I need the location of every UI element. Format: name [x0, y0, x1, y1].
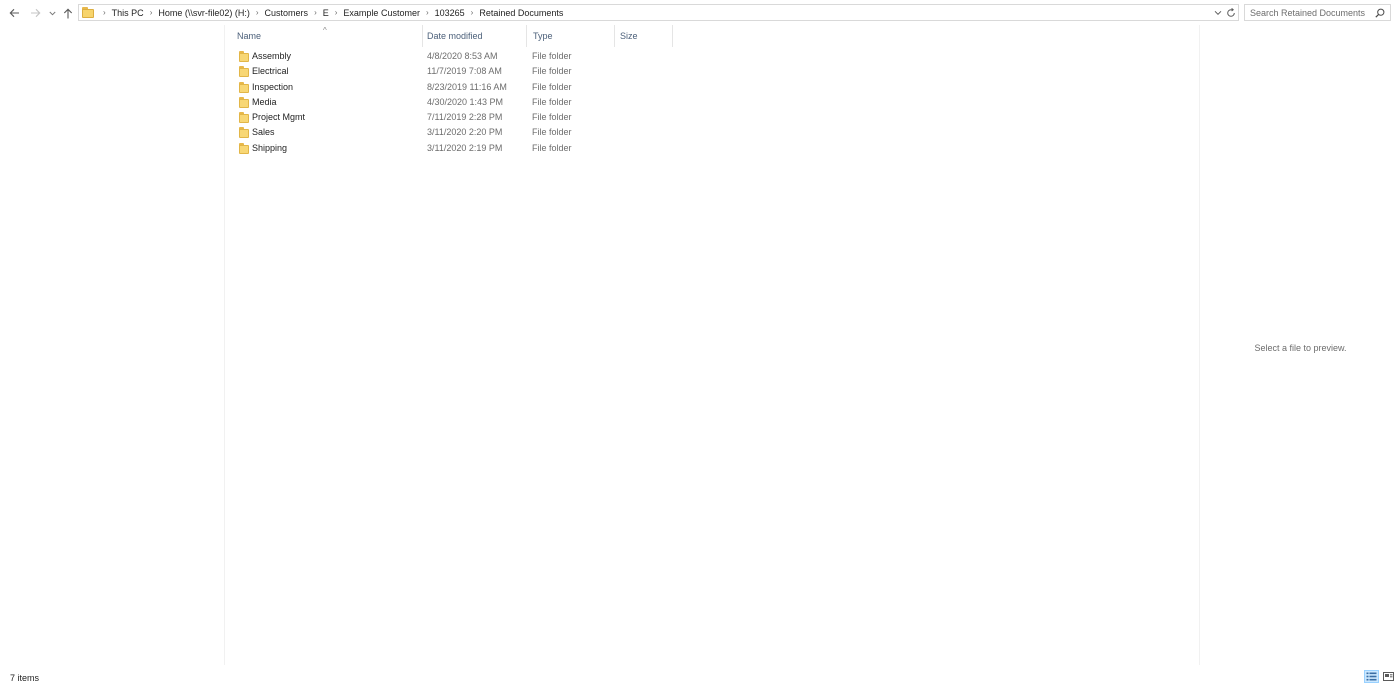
search-box[interactable]	[1244, 4, 1391, 21]
item-type: File folder	[532, 112, 572, 123]
chevron-down-icon	[48, 11, 56, 15]
address-bar-controls	[1214, 5, 1236, 20]
column-header: Name ^ Date modified Type Size	[225, 25, 675, 47]
back-button[interactable]	[6, 3, 22, 23]
folder-icon	[239, 127, 249, 139]
column-type[interactable]: Type	[527, 25, 615, 47]
refresh-icon[interactable]	[1226, 7, 1236, 18]
view-switcher	[1364, 670, 1396, 683]
chevron-down-icon[interactable]	[1214, 10, 1222, 16]
preview-message: Select a file to preview.	[1254, 343, 1347, 353]
breadcrumb: › This PC › Home (\\svr-file02) (H:) › C…	[97, 8, 563, 18]
details-view-button[interactable]	[1364, 670, 1379, 683]
item-name: Project Mgmt	[252, 112, 306, 123]
arrow-left-icon	[9, 8, 19, 18]
breadcrumb-retained-documents[interactable]: Retained Documents	[479, 8, 563, 18]
folder-icon	[239, 81, 249, 93]
column-size[interactable]: Size	[615, 25, 673, 47]
list-item[interactable]: Inspection 8/23/2019 11:16 AM File folde…	[225, 80, 675, 95]
item-date: 3/11/2020 2:19 PM	[427, 142, 503, 153]
folder-icon	[239, 51, 249, 62]
item-date: 3/11/2020 2:20 PM	[427, 127, 503, 138]
list-item[interactable]: Sales 3/11/2020 2:20 PM File folder	[225, 125, 675, 140]
column-date-label: Date modified	[427, 31, 483, 41]
chevron-right-icon[interactable]: ›	[144, 8, 159, 17]
list-item[interactable]: Media 4/30/2020 1:43 PM File folder	[225, 95, 675, 110]
item-date: 4/30/2020 1:43 PM	[427, 96, 504, 107]
search-icon[interactable]	[1375, 8, 1385, 18]
chevron-right-icon[interactable]: ›	[465, 8, 480, 17]
column-name-label: Name	[237, 31, 262, 41]
item-name: Shipping	[252, 142, 288, 153]
breadcrumb-customers[interactable]: Customers	[265, 8, 309, 18]
item-type: File folder	[532, 51, 572, 61]
sort-ascending-icon: ^	[323, 26, 327, 35]
chevron-right-icon[interactable]: ›	[329, 8, 344, 17]
list-item[interactable]: Assembly 4/8/2020 8:53 AM File folder	[225, 49, 675, 64]
address-bar[interactable]: › This PC › Home (\\svr-file02) (H:) › C…	[78, 4, 1239, 21]
chevron-right-icon[interactable]: ›	[250, 8, 265, 17]
item-name: Inspection	[252, 81, 294, 92]
list-item[interactable]: Project Mgmt 7/11/2019 2:28 PM File fold…	[225, 110, 675, 125]
chevron-right-icon[interactable]: ›	[308, 8, 323, 17]
item-count: 7 items	[10, 673, 40, 683]
breadcrumb-example-customer[interactable]: Example Customer	[343, 8, 420, 18]
item-date: 7/11/2019 2:28 PM	[427, 112, 503, 123]
item-name: Electrical	[252, 66, 289, 77]
column-date-modified[interactable]: Date modified	[423, 25, 527, 47]
large-icons-view-icon	[1383, 672, 1394, 681]
breadcrumb-home-drive[interactable]: Home (\\svr-file02) (H:)	[158, 8, 250, 18]
up-button[interactable]	[60, 3, 76, 23]
column-name[interactable]: Name ^	[225, 25, 423, 47]
chevron-right-icon[interactable]: ›	[420, 8, 435, 17]
folder-icon	[239, 142, 249, 154]
chevron-right-icon[interactable]: ›	[97, 8, 112, 17]
file-rows: Assembly 4/8/2020 8:53 AM File folder El…	[225, 49, 675, 156]
item-date: 8/23/2019 11:16 AM	[427, 81, 507, 92]
item-type: File folder	[532, 66, 572, 77]
folder-icon	[82, 7, 94, 18]
forward-button[interactable]	[27, 3, 43, 23]
folder-icon	[239, 112, 249, 124]
arrow-right-icon	[30, 8, 40, 18]
list-item[interactable]: Electrical 11/7/2019 7:08 AM File folder	[225, 64, 675, 79]
search-input[interactable]	[1245, 7, 1367, 18]
list-item[interactable]: Shipping 3/11/2020 2:19 PM File folder	[225, 141, 675, 156]
item-date: 11/7/2019 7:08 AM	[427, 66, 502, 77]
preview-pane: Select a file to preview.	[1201, 25, 1400, 665]
recent-locations-button[interactable]	[46, 3, 58, 23]
item-type: File folder	[532, 96, 572, 107]
item-type: File folder	[532, 142, 572, 153]
file-list[interactable]: Name ^ Date modified Type Size Assembly …	[224, 25, 1200, 665]
details-view-icon	[1366, 672, 1377, 681]
item-name: Media	[252, 96, 277, 107]
file-explorer-window: › This PC › Home (\\svr-file02) (H:) › C…	[0, 0, 1400, 687]
arrow-up-icon	[63, 8, 73, 18]
item-name: Sales	[252, 127, 275, 138]
item-type: File folder	[532, 127, 572, 138]
navigation-bar: › This PC › Home (\\svr-file02) (H:) › C…	[0, 0, 1400, 25]
large-icons-view-button[interactable]	[1381, 670, 1396, 683]
item-name: Assembly	[252, 51, 292, 61]
breadcrumb-103265[interactable]: 103265	[435, 8, 465, 18]
folder-icon	[239, 96, 249, 108]
item-date: 4/8/2020 8:53 AM	[427, 51, 498, 61]
column-type-label: Type	[533, 31, 553, 41]
breadcrumb-this-pc[interactable]: This PC	[112, 8, 144, 18]
column-size-label: Size	[620, 31, 638, 41]
status-bar: 7 items	[0, 668, 1400, 687]
folder-icon	[239, 66, 249, 78]
item-type: File folder	[532, 81, 572, 92]
